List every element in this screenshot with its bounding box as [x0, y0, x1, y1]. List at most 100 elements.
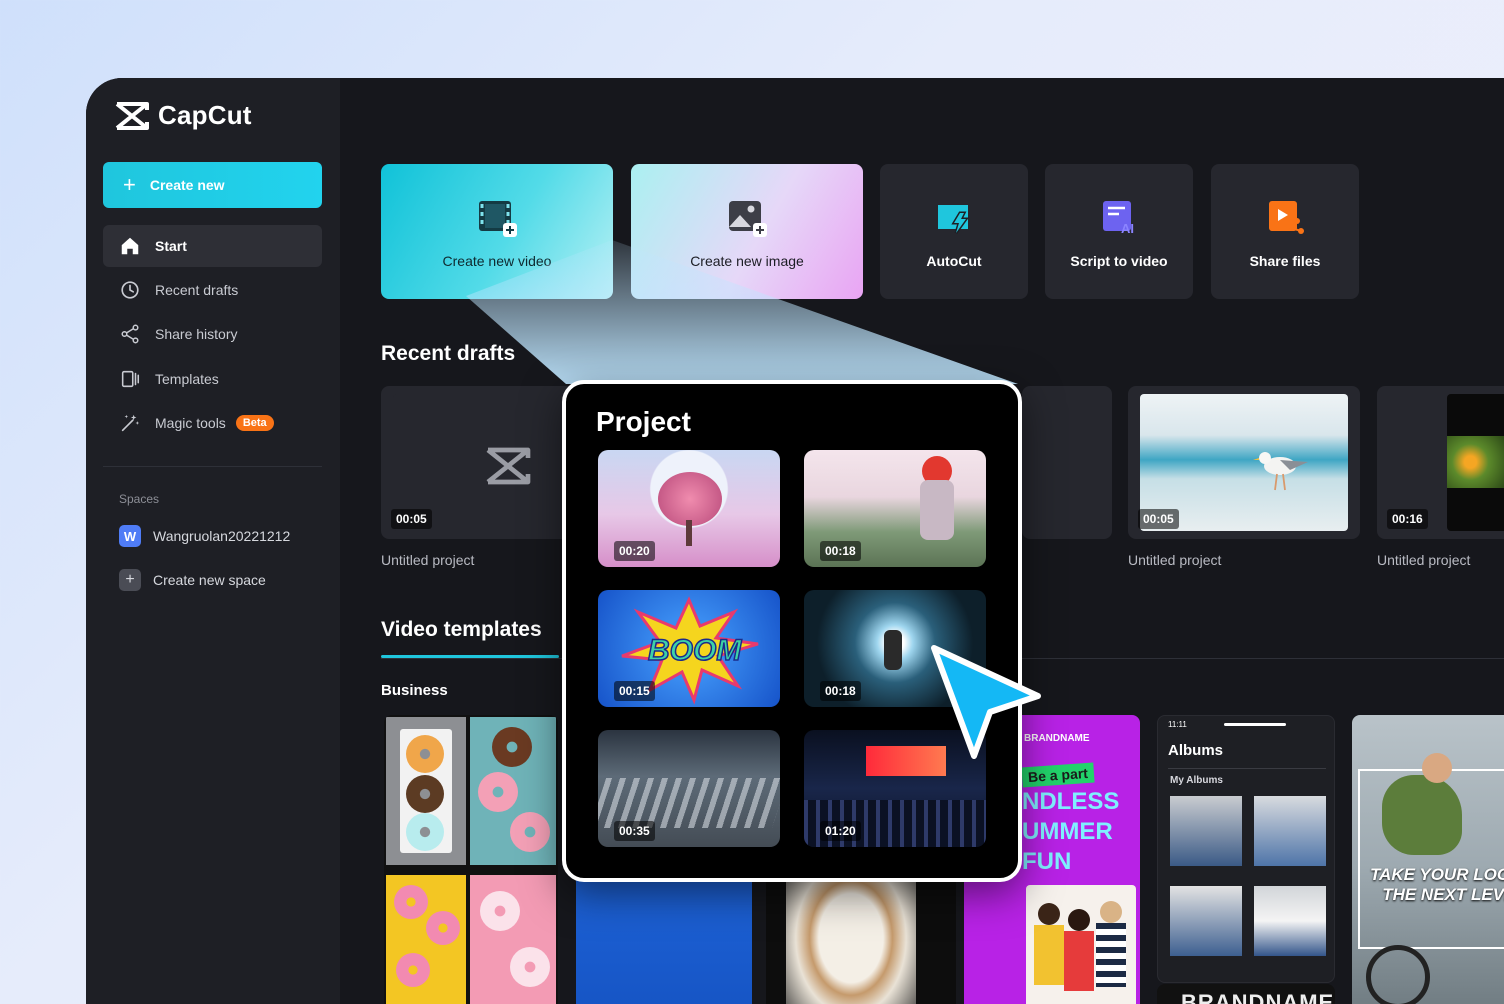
template-card-albums[interactable]: 11:11 Albums My Albums	[1157, 715, 1335, 983]
brand-strip-text: BRANDNAME	[1181, 990, 1335, 1004]
draft-title: Untitled project	[1128, 552, 1222, 568]
project-thumbnail[interactable]: 00:20	[598, 450, 780, 567]
template-image	[470, 875, 556, 1004]
duration-badge: 00:05	[391, 509, 432, 529]
create-new-space-label: Create new space	[153, 572, 266, 588]
magic-wand-icon	[121, 414, 140, 432]
template-card-donuts[interactable]	[384, 715, 558, 1004]
sidebar-item-magic-tools[interactable]: Magic tools Beta	[103, 402, 322, 444]
recent-drafts-title: Recent drafts	[381, 342, 516, 365]
category-title: Business	[381, 682, 448, 699]
active-tab-underline	[381, 655, 559, 658]
draft-title: Untitled project	[1377, 552, 1471, 568]
spaces-label: Spaces	[119, 492, 160, 506]
action-label: Share files	[1249, 252, 1321, 269]
template-image	[470, 717, 556, 865]
beta-badge: Beta	[235, 415, 274, 431]
sidebar-item-share-history[interactable]: Share history	[103, 313, 322, 355]
brand-tag: Be a part	[1021, 762, 1095, 788]
albums-subtitle: My Albums	[1170, 775, 1223, 786]
cursor-pointer-icon	[931, 645, 1041, 759]
add-space-icon: +	[119, 569, 141, 591]
project-thumbnail[interactable]: 00:18	[804, 450, 986, 567]
create-new-video-card[interactable]: Create new video	[381, 164, 613, 299]
space-item[interactable]: W Wangruolan20221212	[119, 525, 290, 547]
draft-thumbnail	[1447, 394, 1504, 531]
template-image	[786, 878, 916, 1004]
sidebar-divider	[103, 466, 322, 467]
svg-text:AI: AI	[1121, 221, 1134, 236]
duration-badge: 01:20	[820, 821, 861, 841]
album-thumbnail	[1254, 796, 1326, 866]
album-thumbnail	[1254, 886, 1326, 956]
template-card-coffee[interactable]	[766, 868, 956, 1004]
tree-trunk	[686, 520, 692, 546]
home-icon	[121, 237, 139, 255]
template-card-bike[interactable]: TAKE YOUR LOO TO THE NEXT LEVEL	[1352, 715, 1504, 1004]
character-body	[920, 480, 954, 540]
share-icon	[121, 324, 139, 344]
template-card-blue[interactable]	[576, 868, 752, 1004]
popup-title: Project	[596, 406, 691, 437]
draft-card[interactable]: 00:05	[1128, 386, 1360, 539]
space-avatar: W	[119, 525, 141, 547]
duration-badge: 00:20	[614, 541, 655, 561]
share-files-card[interactable]: Share files	[1211, 164, 1359, 299]
duration-badge: 00:05	[1138, 509, 1179, 529]
video-templates-tab[interactable]: Video templates	[381, 618, 542, 642]
sidebar-item-label: Share history	[155, 326, 238, 342]
draft-card-partial[interactable]	[1022, 386, 1112, 539]
headline-line: FUN	[1022, 848, 1072, 875]
app-name: CapCut	[158, 100, 252, 130]
project-thumbnail[interactable]: 00:35	[598, 730, 780, 847]
sidebar-item-label: Magic tools	[155, 415, 226, 431]
action-label: Create new video	[442, 252, 552, 269]
duration-badge: 00:18	[820, 681, 861, 701]
image-plus-icon	[729, 200, 767, 237]
status-bar	[1224, 723, 1286, 726]
create-new-space-button[interactable]: + Create new space	[119, 569, 266, 591]
sidebar-item-templates[interactable]: Templates	[103, 358, 322, 400]
flower-image	[1447, 436, 1504, 488]
action-label: Script to video	[1070, 252, 1168, 269]
autocut-icon	[938, 204, 969, 234]
status-time: 11:11	[1168, 720, 1187, 729]
create-new-label: Create new	[149, 177, 225, 193]
album-thumbnail	[1170, 886, 1242, 956]
template-image	[386, 717, 466, 865]
bike-wheel	[1366, 945, 1430, 1004]
film-plus-icon	[479, 200, 517, 237]
app-logo: CapCut	[114, 100, 252, 131]
create-new-button[interactable]: + Create new	[103, 162, 322, 208]
project-thumbnail[interactable]: BOOM 00:15	[598, 590, 780, 707]
sidebar-item-recent-drafts[interactable]: Recent drafts	[103, 269, 322, 311]
draft-title: Untitled project	[381, 552, 475, 568]
action-label: AutoCut	[926, 252, 982, 269]
space-name: Wangruolan20221212	[153, 528, 291, 544]
draft-card[interactable]: 00:16	[1377, 386, 1504, 539]
kids-image	[1026, 885, 1136, 1004]
sidebar-item-label: Recent drafts	[155, 282, 239, 298]
album-thumbnail	[1170, 796, 1242, 866]
duration-badge: 00:16	[1387, 509, 1428, 529]
headline-line: NDLESS	[1022, 788, 1120, 815]
duration-badge: 00:18	[820, 541, 861, 561]
share-files-icon	[1269, 200, 1304, 234]
script-to-video-card[interactable]: AI Script to video	[1045, 164, 1193, 299]
script-ai-icon: AI	[1103, 200, 1134, 236]
tree-canopy	[658, 472, 722, 526]
boom-text: BOOM	[648, 634, 742, 667]
clock-icon	[121, 281, 139, 299]
create-new-image-card[interactable]: Create new image	[631, 164, 863, 299]
autocut-card[interactable]: AutoCut	[880, 164, 1028, 299]
template-card-brand-strip[interactable]: BRANDNAME	[1157, 984, 1335, 1004]
plus-icon: +	[123, 172, 136, 197]
bike-headline: TAKE YOUR LOO TO THE NEXT LEVEL	[1369, 865, 1504, 904]
duration-badge: 00:15	[614, 681, 655, 701]
headline-line: UMMER	[1022, 818, 1113, 845]
albums-title: Albums	[1168, 742, 1224, 759]
rider-head	[1422, 753, 1452, 783]
sidebar-item-start[interactable]: Start	[103, 225, 322, 267]
project-popup: Project 00:20 00:18 BOOM 00:15 00:18 00:…	[562, 380, 1022, 882]
sidebar-item-label: Start	[155, 238, 187, 254]
